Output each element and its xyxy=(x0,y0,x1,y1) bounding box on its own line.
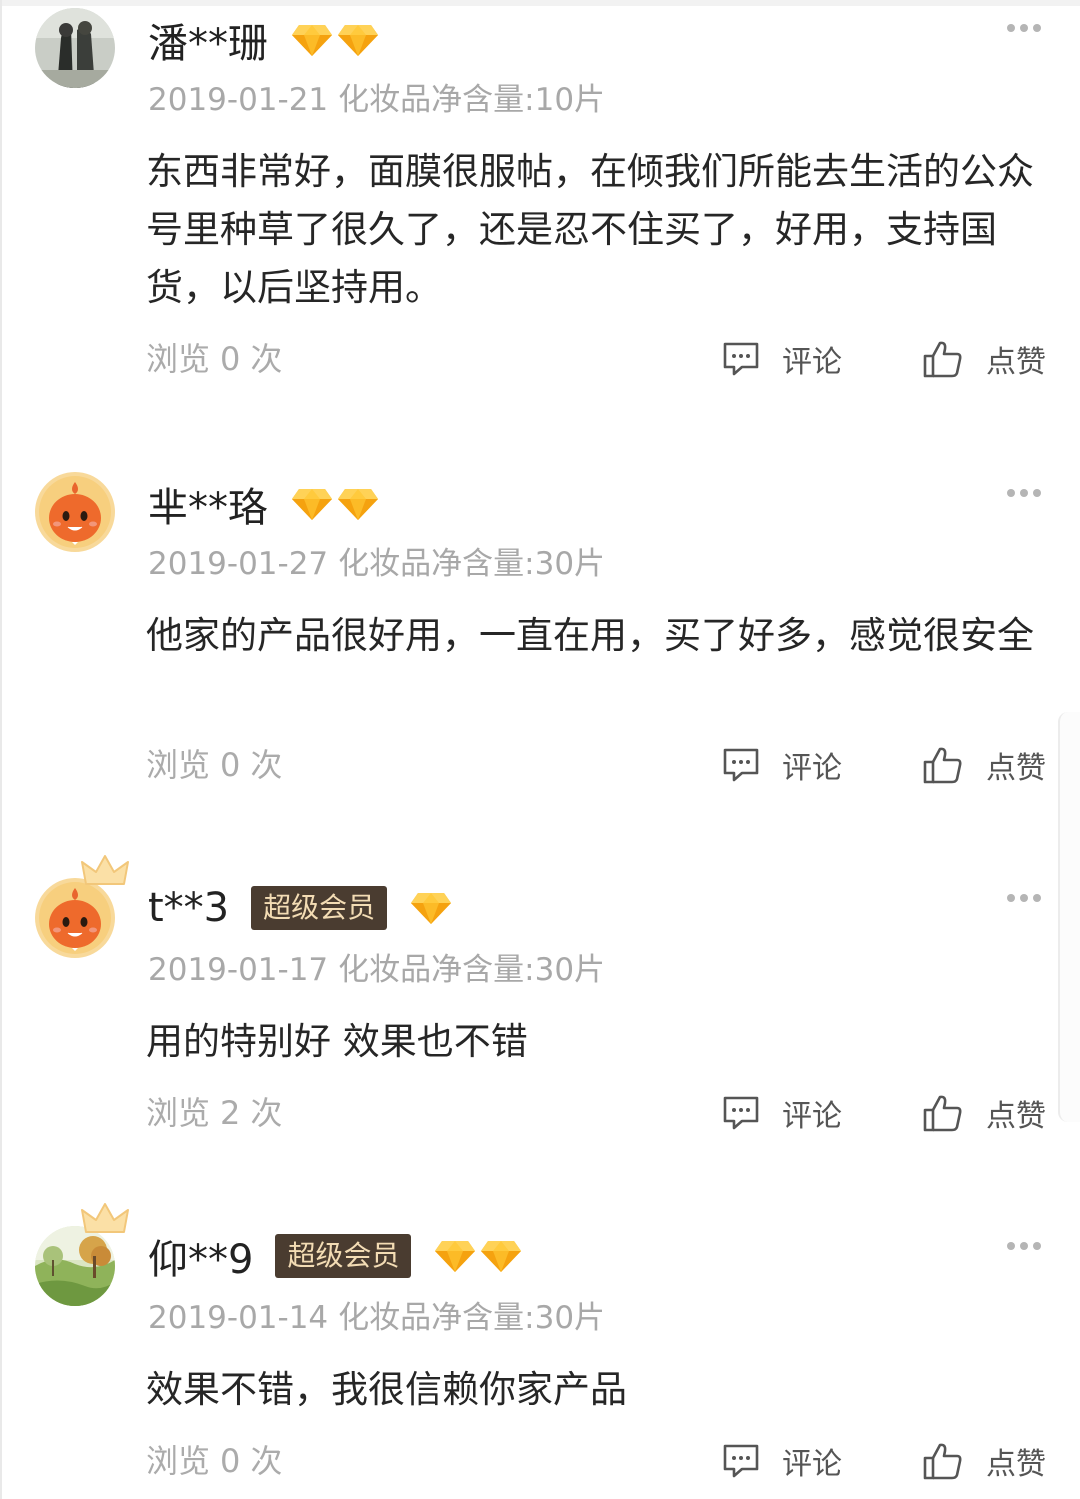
review-date: 2019-01-27 xyxy=(148,546,329,582)
product-spec: 化妆品净含量:30片 xyxy=(338,952,606,988)
avatar[interactable] xyxy=(35,8,115,88)
views-unit: 次 xyxy=(250,1094,283,1132)
membership-level xyxy=(290,486,382,522)
more-dots-icon[interactable] xyxy=(1006,20,1042,36)
views-number: 0 xyxy=(220,746,241,784)
views-number: 0 xyxy=(220,340,241,378)
diamond-icon xyxy=(292,25,332,56)
more-dots-icon[interactable] xyxy=(1006,485,1042,501)
product-spec: 化妆品净含量:30片 xyxy=(338,1300,606,1336)
like-label: 点赞 xyxy=(986,751,1046,786)
more-dots-icon[interactable] xyxy=(1006,1238,1042,1254)
diamond-icon xyxy=(292,489,332,520)
view-count: 浏览 0 次 xyxy=(146,334,282,384)
name-row: 仰**9 超级会员 xyxy=(148,1228,525,1284)
views-label: 浏览 xyxy=(146,746,211,784)
action-row: 浏览 2 次 评论 点赞 xyxy=(0,1088,1080,1138)
like-label: 点赞 xyxy=(986,1447,1046,1482)
crown-icon xyxy=(81,855,129,885)
views-number: 2 xyxy=(220,1094,241,1132)
comment-button[interactable]: 评论 xyxy=(722,1436,842,1486)
avatar[interactable] xyxy=(35,472,115,552)
view-count: 浏览 0 次 xyxy=(146,1436,282,1486)
product-spec: 化妆品净含量:10片 xyxy=(338,82,606,118)
like-label: 点赞 xyxy=(986,1099,1046,1134)
comment-label: 评论 xyxy=(782,345,842,380)
vip-badge: 超级会员 xyxy=(251,886,388,930)
comment-button[interactable]: 评论 xyxy=(722,740,842,790)
vip-badge: 超级会员 xyxy=(275,1234,412,1278)
review-meta: 2019-01-21 化妆品净含量:10片 xyxy=(148,74,605,119)
review-meta: 2019-01-17 化妆品净含量:30片 xyxy=(148,944,605,989)
review-meta: 2019-01-27 化妆品净含量:30片 xyxy=(148,538,605,583)
views-number: 0 xyxy=(220,1442,241,1480)
review-content: 东西非常好，面膜很服帖，在倾我们所能去生活的公众号里种草了很久了，还是忍不住买了… xyxy=(146,150,1034,309)
action-row: 浏览 0 次 评论 点赞 xyxy=(0,334,1080,384)
comment-bubble-icon xyxy=(723,748,759,782)
comment-label: 评论 xyxy=(782,1099,842,1134)
diamond-icon xyxy=(411,893,452,924)
review-date: 2019-01-14 xyxy=(148,1300,329,1336)
views-label: 浏览 xyxy=(146,340,211,378)
diamond-icon xyxy=(338,489,378,520)
comment-button[interactable]: 评论 xyxy=(722,1088,842,1138)
views-unit: 次 xyxy=(250,1442,283,1480)
views-unit: 次 xyxy=(250,746,283,784)
like-button[interactable]: 点赞 xyxy=(922,1436,1046,1486)
name-row: t**3 超级会员 xyxy=(148,880,455,936)
thumbs-up-icon xyxy=(923,1443,962,1480)
comment-label: 评论 xyxy=(782,751,842,786)
diamond-icon xyxy=(481,1241,522,1272)
name-row: 芈**珞 xyxy=(148,476,382,532)
comment-button[interactable]: 评论 xyxy=(722,334,842,384)
thumbs-up-icon xyxy=(923,1095,962,1132)
action-row: 浏览 0 次 评论 点赞 xyxy=(0,740,1080,790)
thumbs-up-icon xyxy=(923,341,962,378)
views-label: 浏览 xyxy=(146,1094,211,1132)
comment-bubble-icon xyxy=(723,1444,759,1478)
review-content: 用的特别好 效果也不错 xyxy=(146,1020,528,1063)
thumbs-up-icon xyxy=(923,747,962,784)
scrollbar[interactable] xyxy=(1058,712,1080,1122)
view-count: 浏览 2 次 xyxy=(146,1088,282,1138)
views-label: 浏览 xyxy=(146,1442,211,1480)
membership-level xyxy=(290,22,382,58)
crown-icon xyxy=(81,1203,129,1233)
review-content: 效果不错，我很信赖你家产品 xyxy=(146,1368,627,1411)
review-feed: 潘**珊 2019-01-21 化妆品净含量:10片 东西非常好，面膜很服帖，在… xyxy=(0,0,1080,1499)
views-unit: 次 xyxy=(250,340,283,378)
top-divider xyxy=(0,0,1080,6)
username[interactable]: 芈**珞 xyxy=(148,475,268,533)
membership-level xyxy=(409,890,455,926)
review-date: 2019-01-17 xyxy=(148,952,329,988)
username[interactable]: 潘**珊 xyxy=(148,11,268,69)
action-row: 浏览 0 次 评论 点赞 xyxy=(0,1436,1080,1486)
username[interactable]: t**3 xyxy=(148,885,229,931)
review-content: 他家的产品很好用，一直在用，买了好多，感觉很安全 xyxy=(146,614,1034,657)
diamond-icon xyxy=(338,25,378,56)
like-label: 点赞 xyxy=(986,345,1046,380)
username[interactable]: 仰**9 xyxy=(148,1227,253,1285)
like-button[interactable]: 点赞 xyxy=(922,1088,1046,1138)
view-count: 浏览 0 次 xyxy=(146,740,282,790)
review-date: 2019-01-21 xyxy=(148,82,329,118)
more-dots-icon[interactable] xyxy=(1006,890,1042,906)
comment-label: 评论 xyxy=(782,1447,842,1482)
membership-level xyxy=(433,1238,525,1274)
comment-bubble-icon xyxy=(723,342,759,376)
name-row: 潘**珊 xyxy=(148,12,382,68)
diamond-icon xyxy=(435,1241,476,1272)
comment-bubble-icon xyxy=(723,1096,759,1130)
product-spec: 化妆品净含量:30片 xyxy=(338,546,606,582)
review-meta: 2019-01-14 化妆品净含量:30片 xyxy=(148,1292,605,1337)
like-button[interactable]: 点赞 xyxy=(922,740,1046,790)
like-button[interactable]: 点赞 xyxy=(922,334,1046,384)
